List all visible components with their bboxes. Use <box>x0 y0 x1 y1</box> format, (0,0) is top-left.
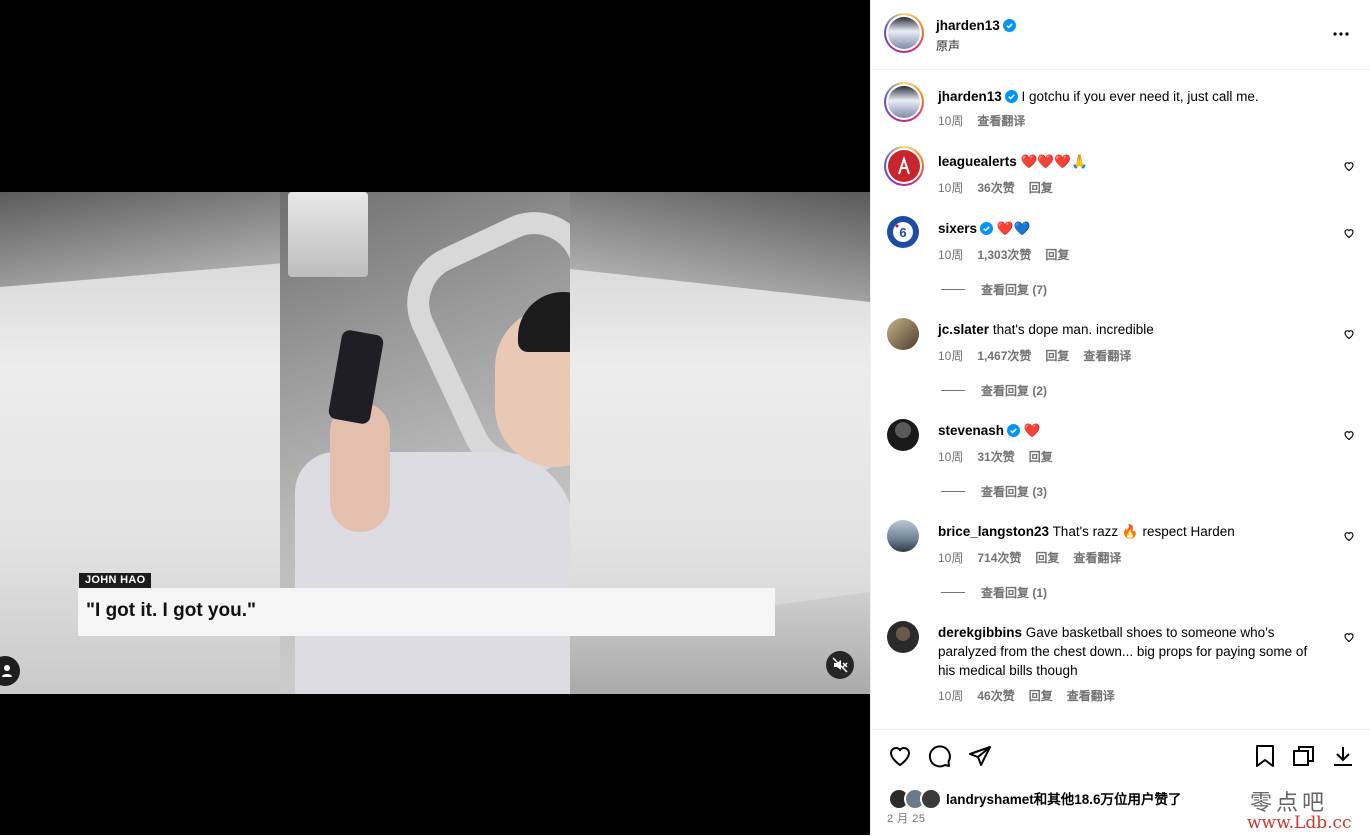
comment-text-line: his medical bills though <box>938 663 1078 678</box>
view-replies-label: 查看回复 (3) <box>981 485 1048 499</box>
heart-icon[interactable] <box>1343 227 1355 239</box>
view-replies-button[interactable]: 查看回复 (1) <box>941 584 1047 601</box>
comment-age: 10周 <box>938 551 964 565</box>
reply-button[interactable]: 回复 <box>1045 248 1069 262</box>
heart-icon[interactable] <box>1343 530 1355 542</box>
view-replies-label: 查看回复 (7) <box>981 283 1048 297</box>
heart-icon[interactable] <box>1343 328 1355 340</box>
comment-icon[interactable] <box>928 744 952 768</box>
reply-button[interactable]: 回复 <box>1029 450 1053 464</box>
svg-text:6: 6 <box>899 225 906 240</box>
ceiling-left <box>0 192 282 287</box>
share-icon[interactable] <box>968 744 992 768</box>
verified-badge-icon <box>980 222 994 235</box>
avatar[interactable] <box>887 318 919 350</box>
comment-age: 10周 <box>938 248 964 262</box>
view-replies-button[interactable]: 查看回复 (2) <box>941 382 1047 399</box>
video-caption: "I got it. I got you." <box>86 600 256 621</box>
avatar[interactable] <box>884 13 924 53</box>
verified-badge-icon <box>1007 424 1021 437</box>
comment-likes[interactable]: 31次赞 <box>977 450 1014 464</box>
avatar[interactable] <box>887 621 919 653</box>
translate-link[interactable]: 查看翻译 <box>1073 551 1121 565</box>
view-replies-label: 查看回复 (1) <box>981 586 1048 600</box>
bookmark-icon[interactable] <box>1254 744 1276 768</box>
comment-username[interactable]: sixers <box>938 221 977 236</box>
comment-username[interactable]: jc.slater <box>938 322 989 337</box>
leaguealerts-logo-icon <box>898 155 910 175</box>
video-player[interactable]: JOHN HAO "I got it. I got you." <box>0 0 870 835</box>
comment-text: that's dope man. incredible <box>992 322 1154 337</box>
monitor <box>288 192 368 277</box>
comment-text: ❤️ <box>1023 423 1041 438</box>
view-replies-label: 查看回复 (2) <box>981 384 1048 398</box>
comment-likes[interactable]: 714次赞 <box>977 551 1021 565</box>
heart-icon[interactable] <box>1343 631 1355 643</box>
heart-icon[interactable] <box>1343 160 1355 172</box>
comment-likes[interactable]: 1,303次赞 <box>977 248 1031 262</box>
comment-username[interactable]: derekgibbins <box>938 625 1022 640</box>
ceiling-right <box>570 192 870 302</box>
comment-text-line: paralyzed from the chest down... big pro… <box>938 644 1308 659</box>
avatar[interactable] <box>884 146 924 186</box>
comment-username[interactable]: brice_langston23 <box>938 524 1049 539</box>
caption-username[interactable]: jharden13 <box>938 89 1002 104</box>
avatar[interactable] <box>887 520 919 552</box>
comment-age: 10周 <box>938 349 964 363</box>
post-sidebar: jharden13 原声 jharden13 I gotchu if you e… <box>870 0 1370 835</box>
verified-badge-icon <box>1004 90 1018 103</box>
post-date: 2 月 25 <box>887 813 926 825</box>
comment-age: 10周 <box>938 689 964 703</box>
liked-by-text[interactable]: landryshamet和其他18.6万位用户赞了 <box>946 788 1182 808</box>
comment-text: ❤️❤️❤️🙏 <box>1020 154 1088 169</box>
multi-view-icon[interactable] <box>1292 744 1316 768</box>
mute-icon <box>832 657 848 673</box>
translate-link[interactable]: 查看翻译 <box>977 114 1025 128</box>
comment-text: That's razz 🔥 respect Harden <box>1052 524 1235 539</box>
avatar[interactable] <box>887 419 919 451</box>
reply-button[interactable]: 回复 <box>1029 689 1053 703</box>
reply-button[interactable]: 回复 <box>1035 551 1059 565</box>
comment-age: 10周 <box>938 450 964 464</box>
reply-button[interactable]: 回复 <box>1029 181 1053 195</box>
comment-likes[interactable]: 1,467次赞 <box>977 349 1031 363</box>
post-header: jharden13 原声 <box>871 0 1370 70</box>
comment-username[interactable]: leaguealerts <box>938 154 1017 169</box>
liker-avatar <box>920 788 942 810</box>
heart-icon[interactable] <box>1343 429 1355 441</box>
header-username[interactable]: jharden13 <box>936 18 1000 33</box>
caption-text: I gotchu if you ever need it, just call … <box>1021 89 1259 104</box>
view-replies-button[interactable]: 查看回复 (7) <box>941 281 1047 298</box>
comment-likes[interactable]: 36次赞 <box>977 181 1014 195</box>
translate-link[interactable]: 查看翻译 <box>1067 689 1115 703</box>
comment-age: 10周 <box>938 181 964 195</box>
translate-link[interactable]: 查看翻译 <box>1083 349 1131 363</box>
video-nameplate: JOHN HAO <box>79 573 152 588</box>
comment-text: ❤️💙 <box>996 221 1031 236</box>
avatar[interactable] <box>884 82 924 122</box>
comment-text-line: Gave basketball shoes to someone who's <box>1025 625 1275 640</box>
audio-label[interactable]: 原声 <box>936 37 960 54</box>
more-options-icon[interactable] <box>1332 24 1350 44</box>
comment-likes[interactable]: 46次赞 <box>977 689 1014 703</box>
view-replies-button[interactable]: 查看回复 (3) <box>941 483 1047 500</box>
comment-username[interactable]: stevenash <box>938 423 1004 438</box>
mute-button[interactable] <box>826 651 854 679</box>
watermark-url: www.Ldb.cc <box>1247 813 1352 833</box>
caption-age: 10周 <box>938 114 964 128</box>
avatar[interactable]: 6 <box>887 216 919 248</box>
user-tag-icon <box>2 665 12 677</box>
sixers-logo-icon: 6 <box>893 222 913 242</box>
verified-badge-icon <box>1002 19 1016 32</box>
reply-button[interactable]: 回复 <box>1045 349 1069 363</box>
download-icon[interactable] <box>1331 744 1355 768</box>
like-heart-icon[interactable] <box>888 744 912 768</box>
